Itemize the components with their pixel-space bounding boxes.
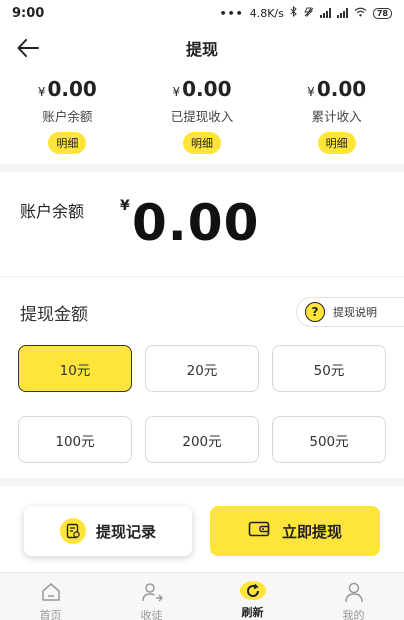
page-title: 提现 (185, 40, 218, 59)
withdraw-amount-title: 提现金额 (20, 305, 88, 325)
withdraw-record-button[interactable]: 提现记录 (24, 506, 192, 556)
balance-label: 账户余额 (20, 202, 85, 221)
header: 提现 (0, 30, 404, 66)
stat-withdrawn-income: ¥0.00 已提现收入 明细 (135, 76, 270, 160)
tab-home[interactable]: 首页 (0, 573, 101, 620)
stat-account-balance: ¥0.00 账户余额 明细 (0, 76, 135, 160)
withdraw-help-label: 提现说明 (333, 306, 377, 319)
stat-value: ¥0.00 (37, 77, 97, 101)
tab-label: 首页 (39, 609, 62, 620)
status-bar: 9:00 ••• 4.8K/s 78 (0, 0, 404, 26)
tab-bar: 首页 收徒 刷新 我的 (0, 572, 404, 620)
bluetooth-icon (290, 5, 298, 20)
signal-icon (319, 8, 331, 18)
summary-stats: ¥0.00 账户余额 明细 ¥0.00 已提现收入 明细 ¥0.00 累计收入 … (0, 76, 404, 160)
wifi-icon (354, 7, 367, 20)
amount-option[interactable]: 100元 (18, 416, 132, 463)
stat-value: ¥0.00 (307, 77, 367, 101)
balance-amount: 0.00 (132, 194, 260, 252)
back-button[interactable] (14, 34, 42, 62)
tab-label: 我的 (342, 609, 365, 620)
stat-label: 累计收入 (311, 109, 362, 124)
profile-icon (341, 581, 367, 603)
stat-total-income: ¥0.00 累计收入 明细 (269, 76, 404, 160)
section-divider (0, 478, 404, 486)
withdraw-record-label: 提现记录 (95, 522, 156, 541)
withdraw-now-button[interactable]: 立即提现 (210, 506, 380, 556)
add-user-icon (139, 581, 165, 603)
amount-option[interactable]: 500元 (272, 416, 386, 463)
tab-label: 刷新 (241, 606, 264, 619)
stat-label: 已提现收入 (170, 109, 234, 124)
arrow-left-icon (17, 39, 39, 57)
amount-option[interactable]: 10元 (18, 345, 132, 392)
refresh-icon (239, 581, 266, 600)
stat-value: ¥0.00 (172, 77, 232, 101)
action-bar: 提现记录 立即提现 (0, 486, 404, 572)
signal-icon-2 (336, 8, 348, 18)
detail-button[interactable]: 明细 (317, 132, 356, 154)
detail-button[interactable]: 明细 (183, 132, 221, 154)
tab-refresh[interactable]: 刷新 (202, 573, 303, 620)
withdraw-now-label: 立即提现 (281, 522, 342, 541)
home-icon (38, 581, 64, 603)
balance-card: 账户余额 ¥ 0.00 (0, 172, 404, 276)
notification-dots: ••• (219, 6, 244, 20)
tab-profile[interactable]: 我的 (303, 573, 404, 620)
mute-icon (304, 7, 314, 20)
tab-disciples[interactable]: 收徒 (101, 573, 202, 620)
question-icon: ? (305, 302, 325, 322)
detail-button[interactable]: 明细 (48, 132, 87, 154)
balance-currency: ¥ (120, 198, 130, 214)
battery-icon: 78 (372, 7, 392, 19)
amount-options: 10元 20元 50元 100元 200元 500元 (18, 345, 386, 463)
status-indicators: ••• 4.8K/s 78 (219, 5, 392, 20)
amount-option[interactable]: 200元 (145, 416, 259, 463)
record-icon (59, 518, 86, 544)
network-speed: 4.8K/s (249, 6, 284, 20)
tab-label: 收徒 (140, 609, 163, 620)
amount-option[interactable]: 50元 (272, 345, 386, 392)
withdraw-help-button[interactable]: ? 提现说明 (296, 297, 404, 327)
amount-option[interactable]: 20元 (145, 345, 259, 392)
wallet-icon (248, 520, 270, 542)
status-time: 9:00 (12, 5, 45, 21)
divider (0, 276, 404, 277)
stat-label: 账户余额 (42, 109, 93, 124)
section-divider (0, 164, 404, 172)
